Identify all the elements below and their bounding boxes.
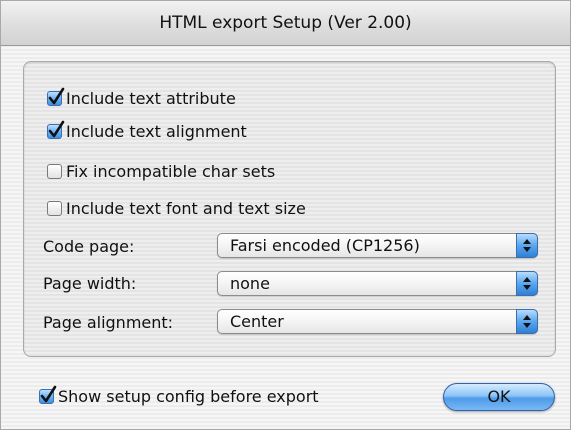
page-alignment-value: Center	[230, 312, 284, 331]
page-alignment-popup[interactable]: Center	[217, 309, 538, 334]
include-text-alignment-label: Include text alignment	[66, 121, 247, 141]
code-page-popup[interactable]: Farsi encoded (CP1256)	[217, 233, 538, 258]
include-text-alignment-option[interactable]: Include text alignment	[47, 120, 247, 142]
page-width-popup[interactable]: none	[217, 271, 538, 296]
popup-arrows-icon	[516, 309, 538, 334]
fix-incompatible-char-sets-label: Fix incompatible char sets	[66, 161, 276, 181]
show-setup-config-label: Show setup config before export	[58, 386, 319, 406]
checkmark-icon	[48, 87, 65, 104]
show-setup-config-option[interactable]: Show setup config before export	[39, 385, 319, 407]
include-text-font-size-option[interactable]: Include text font and text size	[47, 197, 306, 219]
popup-arrows-icon	[516, 233, 538, 258]
ok-button[interactable]: OK	[443, 383, 555, 411]
code-page-label: Code page:	[43, 237, 135, 256]
export-setup-dialog: HTML export Setup (Ver 2.00) Include tex…	[0, 0, 571, 430]
page-width-label: Page width:	[43, 274, 137, 293]
include-text-attribute-label: Include text attribute	[66, 88, 236, 108]
popup-arrows-icon	[516, 271, 538, 296]
fix-incompatible-char-sets-checkbox[interactable]	[47, 163, 62, 179]
include-text-font-size-label: Include text font and text size	[66, 198, 306, 218]
code-page-value: Farsi encoded (CP1256)	[230, 236, 420, 255]
include-text-alignment-checkbox[interactable]	[47, 120, 65, 139]
include-text-attribute-checkbox[interactable]	[47, 87, 65, 106]
page-width-value: none	[230, 274, 270, 293]
include-text-attribute-option[interactable]: Include text attribute	[47, 87, 236, 109]
checkmark-icon	[40, 385, 57, 402]
dialog-title: HTML export Setup (Ver 2.00)	[1, 1, 570, 46]
fix-incompatible-char-sets-option[interactable]: Fix incompatible char sets	[47, 160, 275, 182]
page-alignment-label: Page alignment:	[43, 313, 174, 332]
include-text-font-size-checkbox[interactable]	[47, 200, 62, 216]
show-setup-config-checkbox[interactable]	[39, 385, 57, 404]
checkmark-icon	[48, 120, 65, 137]
